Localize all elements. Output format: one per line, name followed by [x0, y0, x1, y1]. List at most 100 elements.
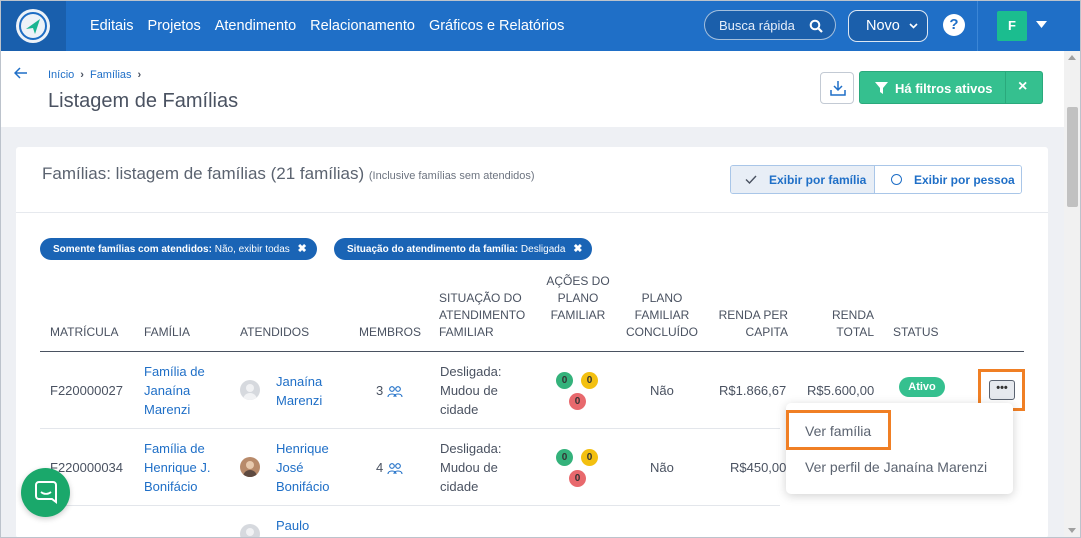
- card-divider: [16, 212, 1048, 213]
- row-divider: [40, 428, 780, 429]
- breadcrumb: Início › Famílias ›: [48, 69, 141, 81]
- view-by-person-button[interactable]: Exibir por pessoa: [875, 166, 1021, 193]
- card-title-text: Famílias: listagem de famílias (21 famíl…: [42, 164, 365, 183]
- logo-area[interactable]: [0, 0, 66, 51]
- acoes-red-badge: 0: [569, 393, 586, 410]
- chat-launcher-button[interactable]: [21, 468, 70, 517]
- avatar: [240, 524, 260, 538]
- new-button-label: Novo: [866, 18, 900, 34]
- chat-icon: [35, 481, 57, 504]
- caret-down-icon[interactable]: [1036, 21, 1047, 28]
- download-icon: [830, 81, 846, 96]
- cell-membros: 4: [376, 458, 403, 477]
- clear-filters-button[interactable]: ×: [1018, 78, 1027, 96]
- nav-divider: [977, 0, 978, 51]
- chevron-down-icon: [909, 23, 918, 29]
- col-renda-capita[interactable]: Renda per capita: [706, 307, 788, 341]
- cell-concluido: Não: [650, 460, 674, 475]
- nav-item-projetos[interactable]: Projetos: [148, 18, 201, 34]
- nav-item-atendimento[interactable]: Atendimento: [215, 18, 296, 34]
- check-icon: [745, 175, 757, 184]
- chip-value: Desligada: [520, 244, 566, 255]
- view-by-family-label: Exibir por família: [769, 173, 867, 187]
- row-actions-button[interactable]: •••: [989, 380, 1015, 400]
- col-concluido[interactable]: Plano familiar concluído: [624, 290, 700, 341]
- scrollbar[interactable]: [1064, 51, 1081, 538]
- people-icon: [387, 385, 403, 397]
- download-button[interactable]: [820, 72, 854, 104]
- main-menu: Editais Projetos Atendimento Relacioname…: [90, 0, 564, 51]
- funnel-icon: [875, 82, 888, 94]
- col-atendidos[interactable]: Atendidos: [240, 324, 309, 341]
- filter-chip-atendidos[interactable]: Somente famílias com atendidos: Não, exi…: [40, 238, 317, 260]
- scroll-down-icon[interactable]: [1068, 528, 1076, 533]
- cell-renda-capita: R$1.866,67: [719, 383, 787, 398]
- scroll-up-icon[interactable]: [1068, 55, 1076, 60]
- breadcrumb-separator-icon: ›: [137, 69, 142, 81]
- new-button[interactable]: Novo: [848, 10, 928, 42]
- filter-chip-situacao[interactable]: Situação do atendimento da família: Desl…: [334, 238, 593, 260]
- cell-renda-capita: R$450,00: [730, 460, 787, 475]
- chip-key: Situação do atendimento da família:: [347, 244, 519, 255]
- back-arrow-icon[interactable]: [14, 66, 28, 80]
- breadcrumb-separator-icon: ›: [80, 69, 84, 81]
- active-filters-button[interactable]: Há filtros ativos ×: [859, 71, 1043, 104]
- cell-membros: 3: [376, 381, 403, 400]
- nav-item-editais[interactable]: Editais: [90, 18, 134, 34]
- cell-concluido: Não: [650, 383, 674, 398]
- quick-search-label: Busca rápida: [719, 18, 795, 33]
- acoes-green-badge: 0: [556, 372, 573, 389]
- nav-item-graficos-relatorios[interactable]: Gráficos e Relatórios: [429, 18, 564, 34]
- close-icon[interactable]: ✖: [573, 243, 582, 255]
- col-familia[interactable]: Família: [144, 324, 190, 341]
- col-renda-total[interactable]: Renda total: [808, 307, 874, 341]
- view-by-person-label: Exibir por pessoa: [914, 173, 1015, 187]
- menu-item-highlight: [786, 410, 891, 450]
- logo-icon: [16, 9, 50, 43]
- chip-value: Não, exibir todas: [214, 244, 290, 255]
- member-count: 4: [376, 460, 384, 475]
- help-icon[interactable]: ?: [943, 14, 965, 36]
- col-situacao[interactable]: Situação do atendimento familiar: [439, 290, 539, 341]
- card-subtitle: (Inclusive famílias sem atendidos): [368, 170, 535, 182]
- active-filters-label: Há filtros ativos: [895, 81, 993, 96]
- cell-renda-total: R$5.600,00: [807, 383, 875, 398]
- cell-familia-link[interactable]: Família de Henrique J. Bonifácio: [144, 439, 224, 496]
- radio-circle-icon: [891, 174, 902, 185]
- cell-atendido-link[interactable]: Henrique José Bonifácio: [276, 439, 346, 496]
- chip-key: Somente famílias com atendidos:: [53, 244, 212, 255]
- card-title: Famílias: listagem de famílias (21 famíl…: [42, 164, 535, 184]
- breadcrumb-familias[interactable]: Famílias: [90, 69, 132, 81]
- avatar: [240, 457, 260, 477]
- people-icon: [387, 462, 403, 474]
- quick-search-input[interactable]: Busca rápida: [704, 10, 836, 40]
- filter-divider: [1005, 72, 1006, 103]
- close-icon[interactable]: ✖: [298, 243, 307, 255]
- view-by-family-button[interactable]: Exibir por família: [731, 166, 875, 193]
- cell-situacao: Desligada: Mudou de cidade: [440, 364, 502, 417]
- col-status[interactable]: Status: [893, 324, 939, 341]
- top-navbar: Editais Projetos Atendimento Relacioname…: [0, 0, 1081, 51]
- member-count: 3: [376, 383, 384, 398]
- acoes-green-badge: 0: [556, 449, 573, 466]
- col-membros[interactable]: Membros: [359, 324, 421, 341]
- row-divider: [40, 505, 780, 506]
- cell-atendido-link[interactable]: Paulo: [276, 516, 309, 535]
- avatar: [240, 380, 260, 400]
- cell-situacao: Desligada: Mudou de cidade: [440, 441, 502, 494]
- acoes-yellow-badge: 0: [581, 372, 598, 389]
- breadcrumb-inicio[interactable]: Início: [48, 69, 74, 81]
- col-matricula[interactable]: Matrícula: [50, 324, 118, 341]
- page-title: Listagem de Famílias: [48, 90, 239, 112]
- cell-atendido-link[interactable]: Janaína Marenzi: [276, 372, 346, 410]
- search-icon: [809, 19, 823, 33]
- acoes-yellow-badge: 0: [581, 449, 598, 466]
- cell-familia-link[interactable]: Família de Janaína Marenzi: [144, 362, 224, 419]
- avatar[interactable]: F: [997, 11, 1027, 41]
- scrollbar-thumb[interactable]: [1067, 107, 1078, 207]
- cell-matricula: F220000027: [50, 383, 124, 398]
- table-header-divider: [40, 351, 1024, 352]
- col-acoes[interactable]: Ações do plano familiar: [546, 273, 610, 324]
- menu-item-ver-perfil[interactable]: Ver perfil de Janaína Marenzi: [805, 459, 987, 475]
- nav-item-relacionamento[interactable]: Relacionamento: [310, 18, 415, 34]
